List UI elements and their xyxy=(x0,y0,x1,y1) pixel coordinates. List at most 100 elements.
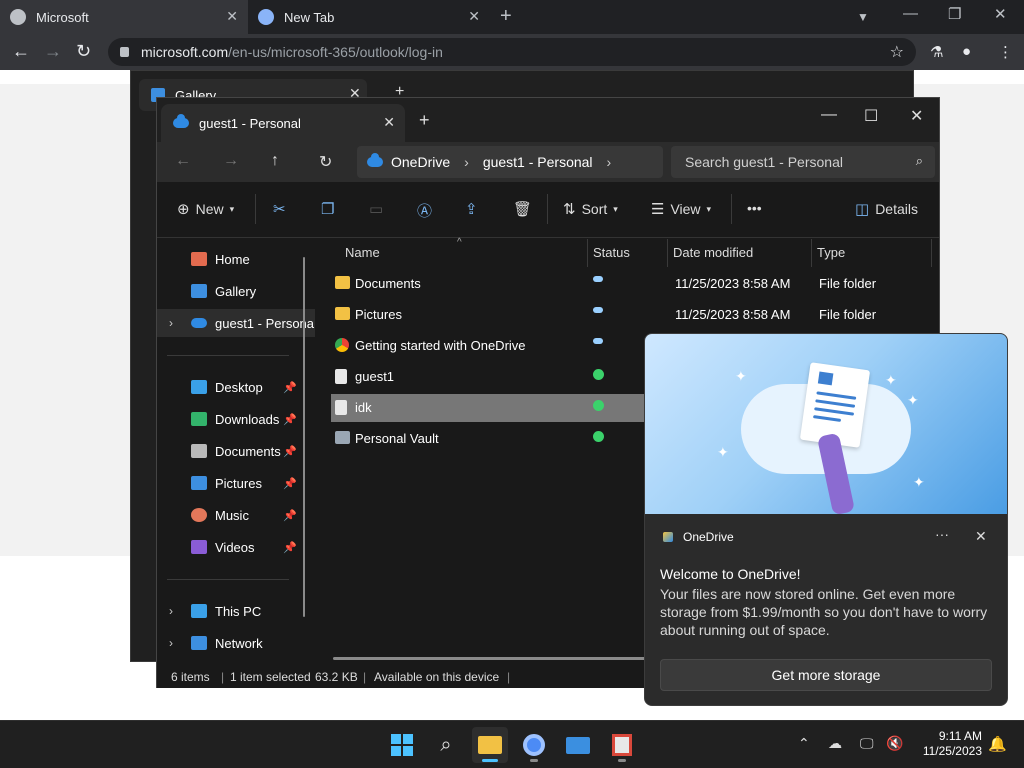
nav-item-videos[interactable]: Videos 📌 xyxy=(157,533,315,561)
scrollbar[interactable] xyxy=(303,257,305,617)
more-options-button[interactable]: ••• xyxy=(747,200,762,216)
pin-icon[interactable]: 📌 xyxy=(283,445,297,458)
close-icon[interactable]: ✕ xyxy=(975,528,987,545)
new-button[interactable]: ⊕ New ▾ xyxy=(177,200,234,218)
maximize-button[interactable]: ☐ xyxy=(864,106,878,126)
nav-item-network[interactable]: › Network xyxy=(157,629,315,657)
column-header-name[interactable]: Name xyxy=(345,245,380,260)
restore-button[interactable]: ❐ xyxy=(948,5,961,23)
taskbar-chrome[interactable] xyxy=(516,727,552,763)
address-bar[interactable]: microsoft.com/en-us/microsoft-365/outloo… xyxy=(108,38,916,66)
get-more-storage-button[interactable]: Get more storage xyxy=(660,659,992,691)
back-button[interactable]: ← xyxy=(12,41,30,62)
divider[interactable] xyxy=(587,239,588,267)
more-options-button[interactable]: ··· xyxy=(935,526,949,542)
copy-icon: ❐ xyxy=(321,201,335,218)
taskbar-file-explorer[interactable] xyxy=(472,727,508,763)
divider[interactable] xyxy=(811,239,812,267)
cut-button[interactable]: ✂ xyxy=(273,200,292,218)
network-tray-icon[interactable]: 🖵 xyxy=(860,735,874,752)
menu-icon[interactable]: ⋮ xyxy=(998,43,1013,61)
pin-icon[interactable]: 📌 xyxy=(283,413,297,426)
nav-item-desktop[interactable]: Desktop 📌 xyxy=(157,373,315,401)
pin-icon[interactable]: 📌 xyxy=(283,509,297,522)
profile-icon[interactable]: ● xyxy=(962,43,971,60)
breadcrumb-folder[interactable]: guest1 - Personal xyxy=(483,154,593,170)
close-window-button[interactable]: ✕ xyxy=(910,106,923,126)
horizontal-scrollbar[interactable] xyxy=(333,657,663,660)
minimize-button[interactable]: — xyxy=(903,5,918,22)
paste-button[interactable]: ▭ xyxy=(369,200,389,218)
forward-button[interactable]: → xyxy=(44,41,62,62)
column-header-type[interactable]: Type xyxy=(817,245,845,260)
column-header-date[interactable]: Date modified xyxy=(673,245,753,260)
chevron-down-icon: ▾ xyxy=(613,203,618,214)
search-input[interactable]: Search guest1 - Personal ⌕ xyxy=(671,146,935,178)
tab-search-icon[interactable]: ▼ xyxy=(857,10,869,24)
column-header-status[interactable]: Status xyxy=(593,245,630,260)
chevron-right-icon[interactable]: › xyxy=(169,316,173,330)
notification-app-name: OneDrive xyxy=(683,530,734,544)
divider[interactable] xyxy=(667,239,668,267)
bookmark-star-icon[interactable]: ☆ xyxy=(890,42,904,62)
copy-button[interactable]: ❐ xyxy=(321,200,340,218)
desktop-icon xyxy=(191,380,207,394)
chevron-right-icon[interactable]: › xyxy=(607,154,612,170)
explorer-address-row: ← → ↑ ↻ OneDrive › guest1 - Personal › S… xyxy=(157,142,939,182)
breadcrumb-onedrive[interactable]: OneDrive xyxy=(391,154,450,170)
new-tab-button[interactable]: + xyxy=(500,5,512,28)
close-icon[interactable]: ✕ xyxy=(226,8,238,25)
breadcrumb[interactable]: OneDrive › guest1 - Personal › xyxy=(357,146,663,178)
search-button[interactable]: ⌕ xyxy=(428,727,464,763)
close-icon[interactable]: ✕ xyxy=(468,8,480,25)
up-button[interactable]: ↑ xyxy=(271,152,279,170)
explorer-tab[interactable]: guest1 - Personal ✕ xyxy=(161,104,405,142)
divider[interactable] xyxy=(931,239,932,267)
chevron-up-icon[interactable]: ⌃ xyxy=(798,735,810,752)
view-label: View xyxy=(670,201,701,217)
file-date: 11/25/2023 8:58 AM xyxy=(675,276,791,291)
file-row[interactable]: Pictures 11/25/2023 8:58 AM File folder xyxy=(331,301,939,329)
onedrive-tray-icon[interactable]: ☁ xyxy=(828,735,842,752)
close-icon[interactable]: ✕ xyxy=(383,114,395,131)
details-button[interactable]: ◫ Details xyxy=(855,200,918,218)
nav-item-pictures[interactable]: Pictures 📌 xyxy=(157,469,315,497)
browser-tab-microsoft[interactable]: Microsoft ✕ xyxy=(0,0,248,34)
sort-button[interactable]: ⇅ Sort ▾ xyxy=(563,200,618,218)
pin-icon[interactable]: 📌 xyxy=(283,541,297,554)
minimize-button[interactable]: — xyxy=(821,106,837,124)
clock[interactable]: 9:11 AM 11/25/2023 xyxy=(916,729,982,759)
refresh-button[interactable]: ↻ xyxy=(319,152,332,172)
file-row[interactable]: Documents 11/25/2023 8:58 AM File folder xyxy=(331,270,939,298)
extensions-icon[interactable]: ⚗ xyxy=(930,43,943,61)
reload-button[interactable]: ↻ xyxy=(76,41,91,62)
active-indicator xyxy=(482,759,498,762)
taskbar-snipping-tool[interactable] xyxy=(604,727,640,763)
nav-item-music[interactable]: Music 📌 xyxy=(157,501,315,529)
start-button[interactable] xyxy=(384,727,420,763)
pin-icon[interactable]: 📌 xyxy=(283,381,297,394)
taskbar-mail[interactable] xyxy=(560,727,596,763)
notification-bell-icon[interactable]: 🔔 xyxy=(988,735,1007,753)
clock-time: 9:11 AM xyxy=(938,729,982,743)
rename-button[interactable]: Ⓐ xyxy=(417,200,438,221)
forward-button[interactable]: → xyxy=(223,152,239,170)
nav-item-documents[interactable]: Documents 📌 xyxy=(157,437,315,465)
close-window-button[interactable]: ✕ xyxy=(994,5,1007,23)
chevron-right-icon[interactable]: › xyxy=(169,636,173,650)
nav-item-this-pc[interactable]: › This PC xyxy=(157,597,315,625)
nav-label: Downloads xyxy=(215,411,280,427)
chevron-right-icon[interactable]: › xyxy=(169,604,173,618)
delete-button[interactable]: 🗑 xyxy=(513,200,538,218)
pin-icon[interactable]: 📌 xyxy=(283,477,297,490)
nav-item-onedrive[interactable]: › guest1 - Persona xyxy=(157,309,315,337)
nav-item-downloads[interactable]: Downloads 📌 xyxy=(157,405,315,433)
nav-item-home[interactable]: Home xyxy=(157,245,315,273)
share-button[interactable]: ⇪ xyxy=(465,200,484,218)
browser-tab-new-tab[interactable]: New Tab ✕ xyxy=(248,0,490,34)
new-tab-button[interactable]: + xyxy=(419,110,430,131)
view-button[interactable]: ☰ View ▾ xyxy=(651,200,711,218)
back-button[interactable]: ← xyxy=(175,152,191,170)
volume-muted-icon[interactable]: 🔇 xyxy=(886,735,903,752)
nav-item-gallery[interactable]: Gallery xyxy=(157,277,315,305)
